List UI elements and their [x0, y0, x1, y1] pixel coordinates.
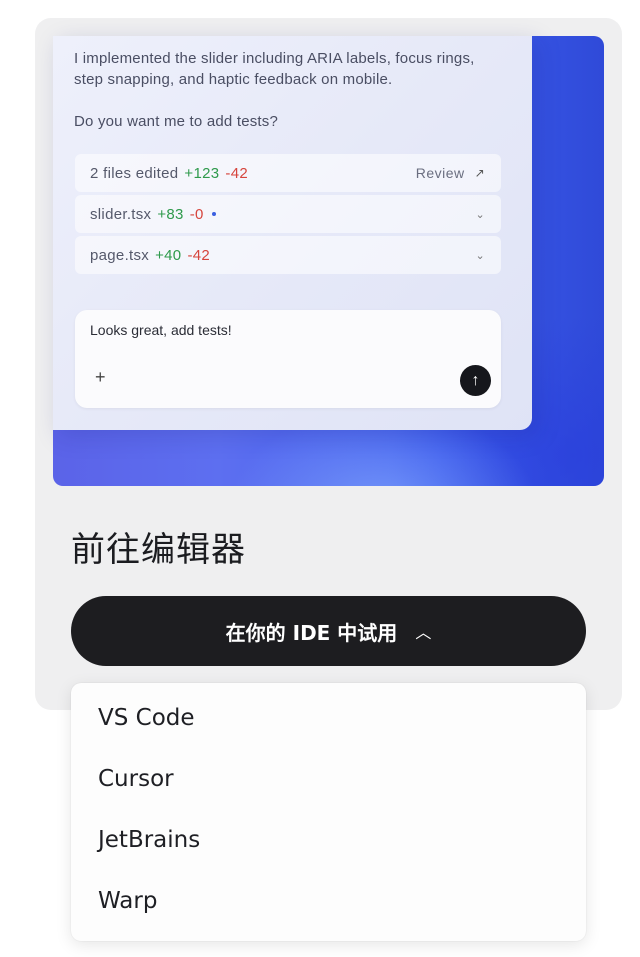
menu-item-cursor[interactable]: Cursor	[98, 766, 174, 792]
lines-removed: -42	[225, 164, 249, 182]
chevron-up-icon: ︿	[415, 623, 432, 642]
file-name: page.tsx	[90, 246, 150, 264]
menu-item-warp[interactable]: Warp	[98, 888, 157, 914]
ide-dropdown-menu: VS Code Cursor JetBrains Warp	[71, 683, 586, 941]
message-question: Do you want me to add tests?	[74, 113, 279, 130]
lines-removed: -0	[189, 205, 204, 223]
send-button[interactable]: ↑	[460, 365, 491, 396]
review-link[interactable]: Review	[416, 165, 465, 181]
menu-item-jetbrains[interactable]: JetBrains	[98, 827, 200, 853]
file-row[interactable]: slider.tsx +83 -0 ⌄	[75, 195, 501, 233]
chat-preview-panel: I implemented the slider including ARIA …	[53, 36, 532, 430]
chevron-down-icon[interactable]: ⌄	[475, 249, 485, 262]
lines-removed: -42	[187, 246, 211, 264]
file-name: slider.tsx	[90, 205, 152, 223]
modified-dot	[211, 212, 216, 216]
file-row[interactable]: page.tsx +40 -42 ⌄	[75, 236, 501, 274]
lines-added: +83	[157, 205, 184, 223]
lines-added: +40	[155, 246, 182, 264]
arrow-up-icon: ↑	[471, 372, 480, 389]
try-in-ide-button[interactable]: 在你的 IDE 中试用 ︿	[71, 596, 586, 666]
chat-input-text[interactable]: Looks great, add tests!	[90, 322, 232, 338]
lines-added: +123	[184, 164, 220, 182]
arrow-up-right-icon: ↗	[474, 166, 485, 180]
section-title: 前往编辑器	[71, 530, 246, 570]
files-summary-label: 2 files edited	[90, 164, 179, 182]
assistant-message: I implemented the slider including ARIA …	[74, 48, 494, 132]
files-summary-row[interactable]: 2 files edited +123 -42 Review ↗	[75, 154, 501, 192]
message-text: I implemented the slider including ARIA …	[74, 50, 475, 88]
try-in-ide-label: 在你的 IDE 中试用	[225, 620, 398, 645]
plus-icon[interactable]: +	[95, 368, 106, 386]
chat-input[interactable]: Looks great, add tests! + ↑	[75, 310, 501, 408]
chevron-down-icon[interactable]: ⌄	[475, 208, 485, 221]
menu-item-vscode[interactable]: VS Code	[98, 705, 195, 731]
edited-files-list: 2 files edited +123 -42 Review ↗ slider.…	[75, 154, 501, 277]
